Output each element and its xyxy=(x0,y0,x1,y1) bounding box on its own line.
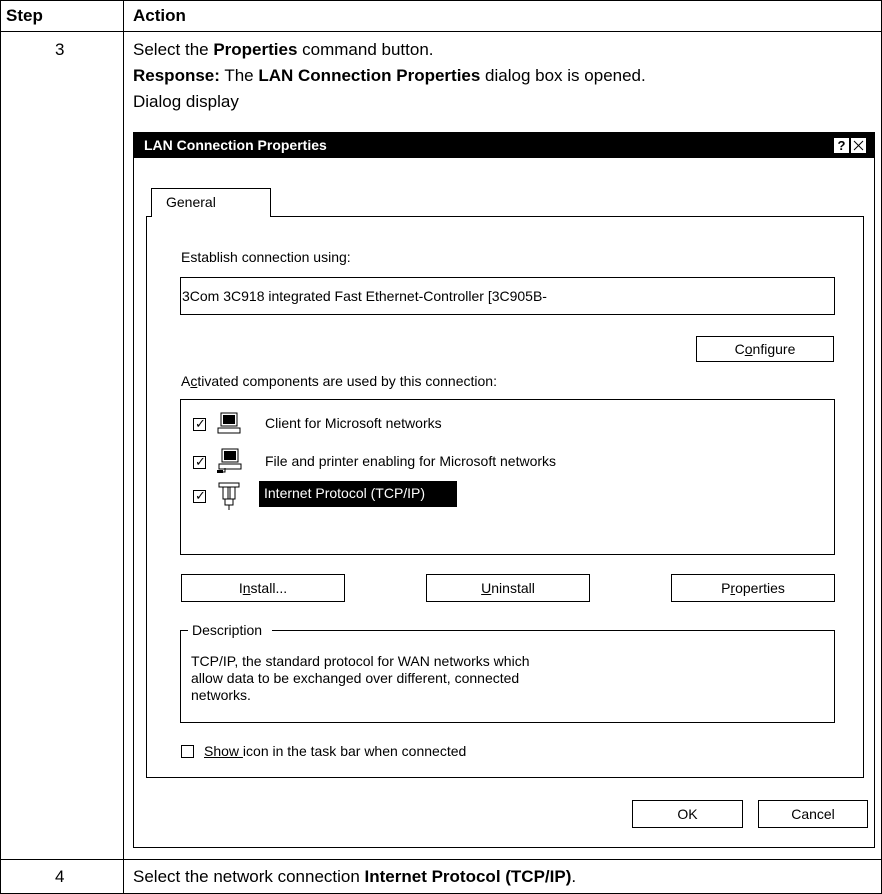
adapter-field[interactable]: 3Com 3C918 integrated Fast Ethernet-Cont… xyxy=(180,277,835,315)
component-label: Internet Protocol (TCP/IP) xyxy=(264,485,426,501)
component-label: File and printer enabling for Microsoft … xyxy=(265,453,557,469)
list-item[interactable]: ✓ Client for Microsoft networks xyxy=(181,410,831,436)
dialog-title: LAN Connection Properties xyxy=(144,137,327,153)
step-number-4: 4 xyxy=(55,867,65,886)
establish-label: Establish connection using: xyxy=(181,249,351,265)
ok-button[interactable]: OK xyxy=(632,800,743,828)
client-computer-icon xyxy=(217,412,241,434)
tab-general-label: General xyxy=(166,194,216,210)
help-icon: ? xyxy=(837,138,846,153)
instruction-step-4: Select the network connection Internet P… xyxy=(133,867,577,886)
tab-general[interactable]: General xyxy=(151,188,271,217)
properties-button[interactable]: Pr operties xyxy=(671,574,835,602)
description-text: TCP/IP, the standard protocol for WAN ne… xyxy=(191,653,530,703)
file-printer-sharing-icon xyxy=(217,448,242,473)
dialog-window: LAN Connection Properties ? General Esta… xyxy=(133,132,875,848)
list-item[interactable]: ✓ Internet Protocol (TCP/IP) xyxy=(181,480,831,510)
component-checkbox[interactable]: ✓ xyxy=(193,488,206,503)
component-checkbox[interactable]: ✓ xyxy=(193,454,206,469)
header-action: Action xyxy=(133,6,186,25)
component-label: Client for Microsoft networks xyxy=(265,415,442,431)
show-icon-label: Show icon in the task bar when connected xyxy=(204,743,467,759)
adapter-value: 3Com 3C918 integrated Fast Ethernet-Cont… xyxy=(182,288,547,304)
close-button[interactable] xyxy=(851,138,866,153)
step-number-3: 3 xyxy=(55,40,65,59)
cancel-button[interactable]: Cancel xyxy=(758,800,868,828)
components-label: Activated components are used by this co… xyxy=(181,373,497,389)
components-list[interactable]: ✓ Client for Microsoft networks ✓ File a… xyxy=(180,399,835,555)
network-protocol-icon xyxy=(218,482,240,510)
uninstall-button[interactable]: Uninstall xyxy=(426,574,590,602)
list-item[interactable]: ✓ File and printer enabling for Microsof… xyxy=(181,446,831,473)
instruction-line-3: Dialog display xyxy=(133,92,239,111)
install-button[interactable]: In stall... xyxy=(181,574,345,602)
show-icon-option[interactable]: Show icon in the task bar when connected xyxy=(180,739,600,765)
instruction-line-2: Response: The LAN Connection Properties … xyxy=(133,66,646,85)
header-step: Step xyxy=(6,6,43,25)
show-icon-checkbox[interactable] xyxy=(181,745,194,758)
close-icon xyxy=(853,140,864,151)
help-button[interactable]: ? xyxy=(834,138,849,153)
description-legend: Description xyxy=(188,622,273,638)
configure-button[interactable]: Co nfigure xyxy=(696,336,834,362)
component-checkbox[interactable]: ✓ xyxy=(193,416,206,431)
instruction-line-1: Select the Properties command button. xyxy=(133,40,434,59)
